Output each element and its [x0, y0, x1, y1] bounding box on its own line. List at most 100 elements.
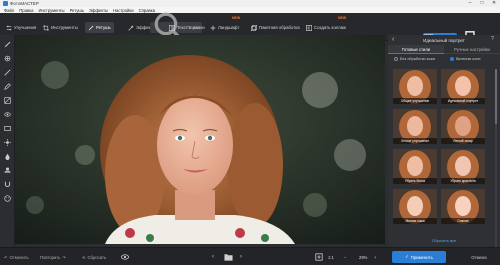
- radio-include-neck[interactable]: Включая шею: [450, 57, 480, 61]
- panel-scrollbar[interactable]: [495, 69, 497, 249]
- tab-batch-processing[interactable]: Пакетная обработка: [248, 22, 303, 33]
- menu-item-edit[interactable]: Правка: [19, 8, 33, 13]
- style-caption: Общее улучшение: [393, 98, 437, 104]
- undo-button[interactable]: ↶ Отменить: [4, 252, 29, 262]
- style-caption: Идеальный портрет: [441, 98, 485, 104]
- brush-icon: [88, 25, 94, 30]
- tab-enhancements-label: Улучшения: [14, 25, 37, 30]
- tab-ready-styles[interactable]: Готовые стили: [388, 45, 444, 54]
- style-thumbnail[interactable]: Мягкая кожа: [393, 189, 437, 224]
- face-icon[interactable]: [4, 195, 11, 202]
- tab-landscape[interactable]: Ландшафт: [207, 22, 242, 33]
- panel-header: ‹ Идеальный портрет ?: [388, 35, 500, 45]
- menu-item-settings[interactable]: Настройки: [113, 8, 134, 13]
- magnet-icon[interactable]: [4, 181, 11, 188]
- folder-icon[interactable]: [224, 252, 233, 262]
- zoom-in-icon[interactable]: +: [374, 252, 376, 262]
- tab-tools[interactable]: Инструменты: [40, 22, 81, 33]
- redo-button[interactable]: Повторить ↷: [40, 252, 66, 262]
- undo-label: Отменить: [9, 254, 29, 260]
- style-caption: Мягкая кожа: [393, 218, 437, 224]
- menu-item-retouch[interactable]: Ретушь: [70, 8, 84, 13]
- radio-no-skin[interactable]: Без обработки кожи: [394, 57, 435, 61]
- layers-icon: [251, 24, 257, 31]
- tab-text-frames-label: Текст и рамки: [177, 25, 205, 30]
- style-caption: Сияние: [441, 218, 485, 224]
- scrollbar-thumb[interactable]: [495, 69, 497, 124]
- healing-icon[interactable]: [4, 55, 11, 62]
- reset-icon: ⟲: [82, 254, 86, 260]
- back-arrow-icon[interactable]: ‹: [392, 35, 394, 45]
- radio-no-skin-label: Без обработки кожи: [400, 57, 436, 61]
- eye-icon[interactable]: [4, 111, 11, 118]
- new-badge: NEW: [232, 16, 241, 20]
- tab-create-collage[interactable]: Создать коллаж: [303, 22, 349, 33]
- app-logo-icon: [3, 1, 8, 6]
- style-caption: Убрать краснота: [441, 178, 485, 184]
- style-thumbnail[interactable]: Убрать краснота: [441, 149, 485, 184]
- stamp-icon[interactable]: [4, 167, 11, 174]
- tab-retouch-label: Ретушь: [96, 25, 111, 30]
- style-thumbnail[interactable]: Легкое улучшение: [393, 109, 437, 144]
- tab-landscape-label: Ландшафт: [218, 25, 240, 30]
- zoom-out-icon[interactable]: −: [344, 252, 346, 262]
- magic-wand-icon[interactable]: [4, 69, 11, 76]
- fit-screen-icon[interactable]: [315, 252, 323, 262]
- retouch-panel: ‹ Идеальный портрет ? Готовые стили Ручн…: [388, 35, 500, 249]
- photo-canvas[interactable]: [15, 35, 385, 244]
- gradient-icon[interactable]: [4, 97, 11, 104]
- style-thumbnail[interactable]: Сияние: [441, 189, 485, 224]
- brush-tool-icon[interactable]: [4, 41, 11, 48]
- text-icon: [169, 24, 175, 31]
- tab-create-collage-label: Создать коллаж: [314, 25, 347, 30]
- magic-icon: [128, 24, 134, 31]
- collage-icon: [306, 24, 312, 31]
- panel-title: Идеальный портрет: [423, 37, 465, 43]
- tab-tools-label: Инструменты: [51, 25, 78, 30]
- pencil-icon[interactable]: [4, 83, 11, 90]
- tab-enhancements[interactable]: Улучшения: [3, 22, 39, 33]
- left-tool-strip: [0, 35, 15, 247]
- redo-icon: ↷: [62, 254, 66, 260]
- reset-button[interactable]: ⟲ Сбросить: [82, 252, 106, 262]
- style-thumbnail[interactable]: Легкий загар: [441, 109, 485, 144]
- cancel-button[interactable]: Отмена: [462, 251, 496, 263]
- radio-dot: [450, 57, 454, 61]
- new-badge: NEW: [338, 16, 347, 20]
- maximize-button[interactable]: □: [476, 0, 488, 7]
- help-icon[interactable]: ?: [489, 36, 496, 43]
- sun-icon[interactable]: [4, 139, 11, 146]
- rectangle-icon[interactable]: [4, 125, 11, 132]
- reset-label: Сбросить: [87, 254, 107, 260]
- drop-icon[interactable]: [4, 153, 11, 160]
- radio-dot: [394, 57, 398, 61]
- window-controls: – □ ✕: [464, 0, 500, 7]
- style-caption: Легкое улучшение: [393, 138, 437, 144]
- undo-icon: ↶: [4, 254, 8, 260]
- apply-button[interactable]: ✓ Применить: [392, 251, 446, 263]
- redo-label: Повторить: [40, 254, 61, 260]
- tab-manual-settings[interactable]: Ручные настройки: [444, 45, 500, 54]
- portrait-photo: [15, 35, 385, 244]
- bottom-bar: ↶ Отменить Повторить ↷ ⟲ Сбросить ‹ › 1:…: [0, 247, 500, 265]
- style-thumbnail[interactable]: Убрать блеск: [393, 149, 437, 184]
- reset-all-link[interactable]: Сбросить все: [388, 238, 500, 243]
- menu-item-effects[interactable]: Эффекты: [89, 8, 108, 13]
- menu-item-tools[interactable]: Инструменты: [38, 8, 64, 13]
- menu-item-file[interactable]: Файл: [4, 8, 14, 13]
- panel-tabs: Готовые стили Ручные настройки: [388, 45, 500, 54]
- close-button[interactable]: ✕: [488, 0, 500, 7]
- zoom-actual-size[interactable]: 1:1: [328, 252, 334, 262]
- plus-icon: [210, 25, 216, 30]
- tab-retouch[interactable]: Ретушь: [85, 22, 114, 33]
- tab-text-frames[interactable]: Текст и рамки: [166, 22, 208, 33]
- next-image-icon[interactable]: ›: [240, 252, 242, 262]
- style-thumbnail[interactable]: Общее улучшение: [393, 69, 437, 104]
- minimize-button[interactable]: –: [464, 0, 476, 7]
- prev-image-icon[interactable]: ‹: [212, 252, 214, 262]
- preview-eye-icon[interactable]: [121, 252, 129, 262]
- title-bar: ФотоМАСТЕР – □ ✕: [0, 0, 500, 7]
- style-thumbnail[interactable]: Идеальный портрет: [441, 69, 485, 104]
- sliders-icon: [6, 25, 12, 30]
- check-icon: ✓: [405, 254, 409, 259]
